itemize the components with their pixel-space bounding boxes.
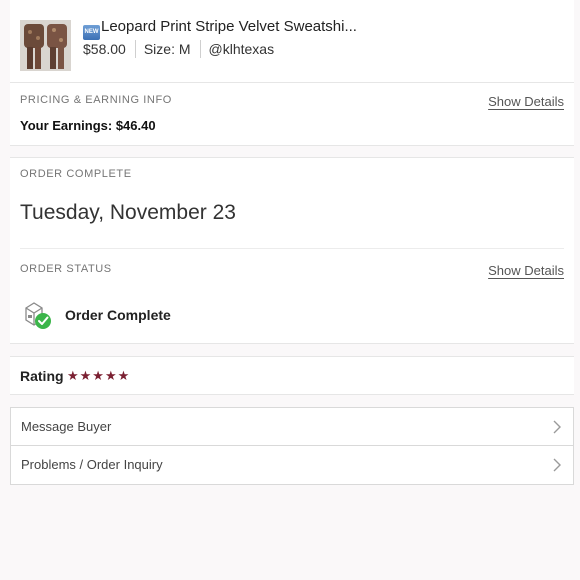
order-complete-section: ORDER COMPLETE Tuesday, November 23 ORDE… <box>10 157 574 344</box>
pricing-section: PRICING & EARNING INFO Show Details Your… <box>10 83 574 146</box>
package-check-icon <box>22 300 54 330</box>
product-summary[interactable]: NEW Leopard Print Stripe Velvet Sweatshi.… <box>10 0 574 83</box>
order-complete-date: Tuesday, November 23 <box>20 201 236 224</box>
rating-label: Rating <box>20 368 64 384</box>
product-price: $58.00 <box>83 41 126 57</box>
chevron-right-icon <box>553 458 561 472</box>
order-complete-label: ORDER COMPLETE <box>20 168 132 180</box>
product-title-text: Leopard Print Stripe Velvet Sweatshi... <box>101 18 357 35</box>
product-thumbnail[interactable] <box>20 20 71 71</box>
meta-divider <box>134 40 136 58</box>
new-badge: NEW <box>83 25 100 40</box>
menu-item-label: Problems / Order Inquiry <box>21 457 163 472</box>
your-earnings: Your Earnings: $46.40 <box>20 118 156 133</box>
product-size: Size: M <box>143 41 191 57</box>
pricing-show-details-link[interactable]: Show Details <box>488 94 564 109</box>
meta-divider <box>199 40 201 58</box>
rating-section: Rating ★★★★★ <box>10 356 574 395</box>
product-title[interactable]: NEW Leopard Print Stripe Velvet Sweatshi.… <box>83 18 357 40</box>
chevron-right-icon <box>553 420 561 434</box>
divider <box>20 248 564 249</box>
menu-item-label: Message Buyer <box>21 419 112 434</box>
order-status-label: ORDER STATUS <box>20 263 112 275</box>
message-buyer-row[interactable]: Message Buyer <box>11 408 573 446</box>
rating-stars: ★★★★★ <box>67 368 131 383</box>
status-show-details-link[interactable]: Show Details <box>488 263 564 278</box>
problems-order-inquiry-row[interactable]: Problems / Order Inquiry <box>11 446 573 484</box>
order-status-text: Order Complete <box>65 307 171 323</box>
pricing-section-label: PRICING & EARNING INFO <box>20 94 172 106</box>
product-meta: $58.00 Size: M @klhtexas <box>83 40 274 58</box>
order-actions-menu: Message Buyer Problems / Order Inquiry <box>10 407 574 485</box>
seller-username[interactable]: @klhtexas <box>209 41 275 57</box>
